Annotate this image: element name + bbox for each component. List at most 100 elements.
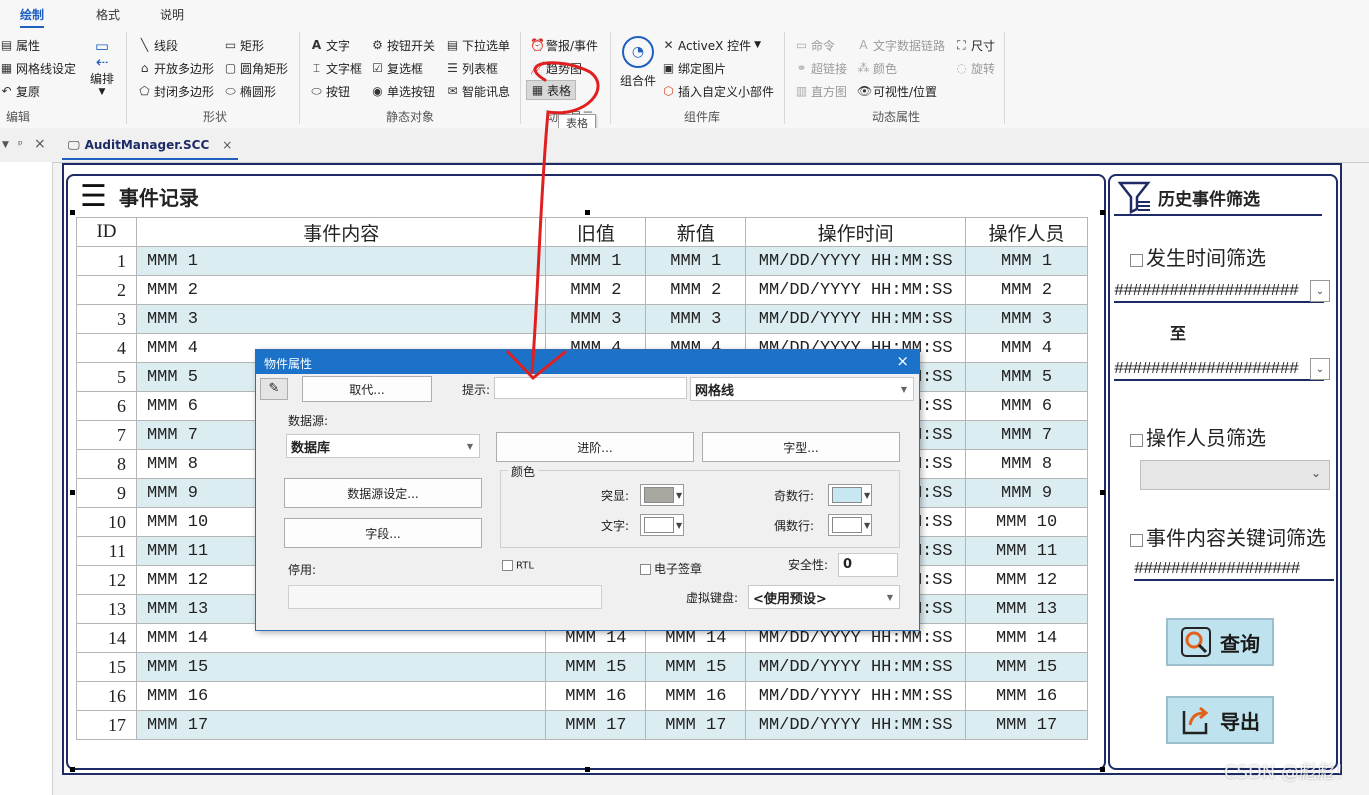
- tab-auditmanager[interactable]: 🖵 AuditManager.SCC ×: [62, 132, 239, 160]
- text-datalink-button[interactable]: A 文字数据链路: [857, 36, 945, 54]
- toggle-button-tool[interactable]: ⚙ 按钮开关: [371, 36, 435, 54]
- pin-icon[interactable]: ᵖ: [18, 138, 23, 151]
- security-input[interactable]: 0: [838, 553, 898, 577]
- odd-row-color-picker[interactable]: ▼: [828, 484, 872, 506]
- listbox-tool[interactable]: ☰ 列表框: [446, 59, 498, 77]
- gridline-select[interactable]: 网格线 ▼: [690, 377, 914, 401]
- gridline-settings-button[interactable]: ▦ 网格线设定: [0, 59, 76, 77]
- document-tab-bar: ▼ ᵖ × 🖵 AuditManager.SCC ×: [0, 128, 1369, 163]
- column-header-time[interactable]: 操作时间: [745, 217, 967, 247]
- highlight-color-picker[interactable]: ▼: [640, 484, 684, 506]
- color-button[interactable]: ⁂ 颜色: [857, 59, 898, 77]
- datasource-settings-button[interactable]: 数据源设定...: [284, 478, 482, 508]
- dropdown-tool[interactable]: ▤ 下拉选单: [446, 36, 510, 54]
- dialog-close-icon[interactable]: ×: [896, 352, 909, 370]
- dialog-title-bar[interactable]: 物件属性 ×: [256, 350, 919, 374]
- export-button[interactable]: 导出: [1166, 696, 1274, 744]
- dropdown-icon: ▤: [446, 37, 459, 52]
- table-row[interactable]: 2 MMM 2 MMM 2 MMM 2 MM/DD/YYYY HH:MM:SS MMM 2: [76, 275, 1088, 305]
- selection-handle[interactable]: [70, 767, 75, 772]
- bind-image-button[interactable]: ▣ 绑定图片: [662, 59, 726, 77]
- time-filter-checkbox[interactable]: 发生时间筛选: [1130, 242, 1266, 271]
- table-row[interactable]: 16 MMM 16 MMM 16 MMM 16 MM/DD/YYYY HH:MM:SS M…: [76, 681, 1088, 711]
- line-tool[interactable]: ╲ 线段: [138, 36, 178, 54]
- selection-handle[interactable]: [1100, 767, 1105, 772]
- fields-button[interactable]: 字段...: [284, 518, 482, 548]
- assembly-button[interactable]: ◔ 组合件: [618, 36, 658, 89]
- rotate-button[interactable]: ◌ 旋转: [955, 59, 995, 77]
- disable-input[interactable]: [288, 585, 602, 609]
- alarm-event-tool[interactable]: ⏰ 警报/事件: [530, 36, 598, 54]
- cell-time: MM/DD/YYYY HH:MM:SS: [745, 652, 967, 682]
- rounded-rect-tool[interactable]: ▢ 圆角矩形: [224, 59, 288, 77]
- time-start-dropdown[interactable]: ⌄: [1310, 280, 1330, 302]
- column-header-content[interactable]: 事件内容: [135, 217, 547, 247]
- table-row[interactable]: 3 MMM 3 MMM 3 MMM 3 MM/DD/YYYY HH:MM:SS MMM 3: [76, 304, 1088, 334]
- time-end-picker[interactable]: ####################: [1114, 360, 1324, 381]
- column-header-id[interactable]: ID: [76, 217, 137, 247]
- undo-button[interactable]: ↶ 复原: [0, 82, 40, 100]
- even-row-color-picker[interactable]: ▼: [828, 514, 872, 536]
- selection-handle[interactable]: [1100, 490, 1105, 495]
- histogram-button[interactable]: ▥ 直方图: [795, 82, 847, 100]
- esign-checkbox[interactable]: 电子签章: [640, 560, 702, 577]
- keyword-filter-checkbox[interactable]: 事件内容关键词筛选: [1130, 522, 1326, 551]
- selection-handle[interactable]: [585, 210, 590, 215]
- operator-select[interactable]: ⌄: [1140, 460, 1330, 490]
- checkbox-tool[interactable]: ☑ 复选框: [371, 59, 423, 77]
- selection-handle[interactable]: [70, 490, 75, 495]
- advanced-button[interactable]: 进阶...: [496, 432, 694, 462]
- hint-input[interactable]: [494, 377, 687, 399]
- column-header-old-value[interactable]: 旧值: [545, 217, 647, 247]
- trend-tool[interactable]: 📈 趋势图: [530, 59, 582, 77]
- text-color-picker[interactable]: ▼: [640, 514, 684, 536]
- pin-tool-button[interactable]: ✎: [260, 378, 288, 400]
- cell-operator: MMM 1: [965, 246, 1088, 276]
- time-start-picker[interactable]: ####################: [1114, 282, 1324, 303]
- operator-filter-checkbox[interactable]: 操作人员筛选: [1130, 422, 1266, 451]
- insert-widget-button[interactable]: ⬡ 插入自定义小部件: [662, 82, 774, 100]
- tab-help[interactable]: 说明: [160, 6, 184, 23]
- pane-dropdown-icon[interactable]: ▼: [2, 140, 9, 150]
- replace-button[interactable]: 取代...: [302, 376, 432, 402]
- column-header-new-value[interactable]: 新值: [645, 217, 747, 247]
- selection-handle[interactable]: [1100, 210, 1105, 215]
- keyword-input[interactable]: ##################: [1134, 560, 1334, 581]
- textbox-tool[interactable]: ⌶ 文字框: [310, 59, 362, 77]
- open-polygon-tool[interactable]: ⌂ 开放多边形: [138, 59, 214, 77]
- radio-tool[interactable]: ◉ 单选按钮: [371, 82, 435, 100]
- datasource-select[interactable]: 数据库 ▼: [286, 434, 480, 458]
- table-row[interactable]: 17 MMM 17 MMM 17 MMM 17 MM/DD/YYYY HH:MM:SS M…: [76, 710, 1088, 740]
- ellipse-tool[interactable]: ⬭ 椭圆形: [224, 82, 276, 100]
- rectangle-tool[interactable]: ▭ 矩形: [224, 36, 264, 54]
- arrange-button[interactable]: ▭ ⇠ 编排 ▼: [88, 38, 116, 97]
- table-row[interactable]: 1 MMM 1 MMM 1 MMM 1 MM/DD/YYYY HH:MM:SS MMM 1: [76, 246, 1088, 276]
- properties-button[interactable]: ▤ 属性: [0, 36, 40, 54]
- button-tool[interactable]: ⬭ 按钮: [310, 82, 350, 100]
- selection-handle[interactable]: [585, 767, 590, 772]
- table-tool[interactable]: ▦ 表格: [526, 80, 577, 100]
- virtual-keyboard-select[interactable]: <使用预设> ▼: [748, 585, 900, 609]
- table-row[interactable]: 15 MMM 15 MMM 15 MMM 15 MM/DD/YYYY HH:MM:SS M…: [76, 652, 1088, 682]
- text-tool[interactable]: A 文字: [310, 36, 350, 54]
- smart-message-tool[interactable]: ✉ 智能讯息: [446, 82, 510, 100]
- visibility-position-button[interactable]: 👁 可视性/位置: [857, 82, 937, 100]
- query-button[interactable]: 查询: [1166, 618, 1274, 666]
- selection-handle[interactable]: [70, 210, 75, 215]
- hyperlink-button[interactable]: ⚭ 超链接: [795, 59, 847, 77]
- highlight-label: 突显:: [601, 489, 630, 503]
- closed-polygon-tool[interactable]: ⬠ 封闭多边形: [138, 82, 214, 100]
- virtual-keyboard-label: 虚拟键盘:: [686, 591, 739, 605]
- tab-format[interactable]: 格式: [96, 6, 120, 23]
- size-button[interactable]: ⛶ 尺寸: [955, 36, 995, 54]
- tab-draw[interactable]: 绘制: [20, 6, 45, 28]
- font-button[interactable]: 字型...: [702, 432, 900, 462]
- activex-button[interactable]: ✕ ActiveX 控件 ▼: [662, 36, 761, 54]
- time-end-dropdown[interactable]: ⌄: [1310, 358, 1330, 380]
- rtl-checkbox[interactable]: RTL: [502, 560, 534, 572]
- pane-close-icon[interactable]: ×: [34, 136, 46, 152]
- column-header-operator[interactable]: 操作人员: [965, 217, 1088, 247]
- command-button[interactable]: ▭ 命令: [795, 36, 835, 54]
- eye-icon: 👁: [857, 83, 873, 98]
- tab-close-icon[interactable]: ×: [222, 138, 232, 152]
